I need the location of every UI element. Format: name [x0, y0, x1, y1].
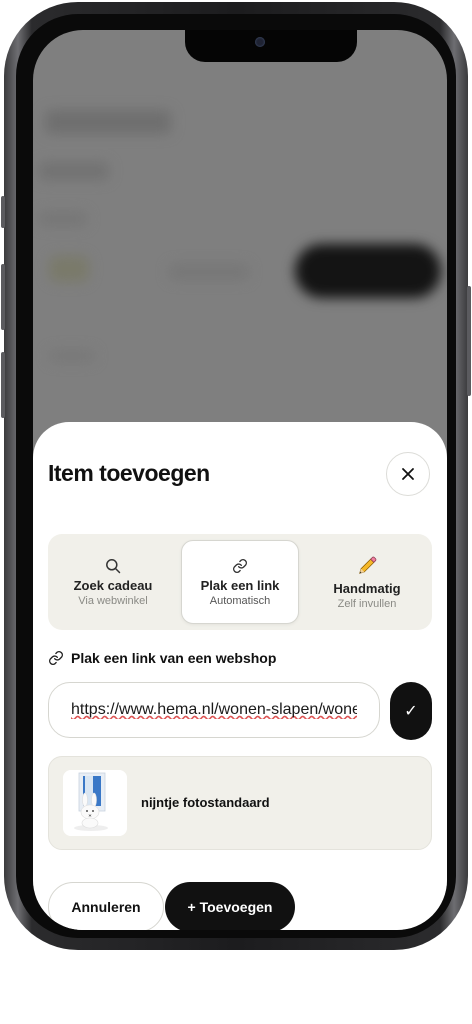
link-section-text: Plak een link van een webshop — [71, 650, 277, 666]
add-button[interactable]: + Toevoegen — [165, 882, 295, 930]
search-icon — [106, 558, 121, 573]
close-icon — [402, 468, 414, 480]
link-section-label: Plak een link van een webshop — [48, 650, 276, 666]
tab-label: Handmatig — [333, 580, 401, 596]
tab-label: Plak een link — [200, 577, 280, 593]
camera-icon — [255, 37, 265, 47]
sheet-title: Item toevoegen — [48, 460, 210, 486]
confirm-link-button[interactable]: ✓ — [390, 682, 432, 740]
add-item-sheet: Item toevoegen Zoek cadeau Via webwinkel — [33, 422, 447, 930]
cancel-button[interactable]: Annuleren — [48, 882, 164, 930]
close-button[interactable] — [386, 452, 430, 496]
tab-search-gift[interactable]: Zoek cadeau Via webwinkel — [54, 540, 172, 624]
volume-down-button — [1, 352, 5, 418]
product-preview[interactable]: nijntje fotostandaard — [48, 756, 432, 850]
tab-sublabel: Automatisch — [209, 594, 271, 607]
side-button — [1, 196, 5, 228]
pencil-icon — [359, 556, 377, 574]
link-icon — [49, 651, 63, 665]
tab-sublabel: Via webwinkel — [78, 594, 148, 607]
background-content — [33, 30, 447, 430]
mode-tabs: Zoek cadeau Via webwinkel Plak een link … — [48, 534, 432, 630]
tab-sublabel: Zelf invullen — [337, 597, 397, 610]
volume-up-button — [1, 264, 5, 330]
tab-paste-link[interactable]: Plak een link Automatisch — [181, 540, 299, 624]
url-input[interactable] — [48, 682, 380, 738]
product-name: nijntje fotostandaard — [141, 795, 270, 810]
tab-manual[interactable]: Handmatig Zelf invullen — [308, 540, 426, 624]
product-thumbnail — [63, 770, 127, 836]
tab-label: Zoek cadeau — [73, 577, 153, 593]
link-icon — [233, 558, 247, 573]
power-button — [467, 286, 471, 396]
product-image — [63, 770, 127, 836]
notch — [185, 30, 357, 62]
screen: Item toevoegen Zoek cadeau Via webwinkel — [33, 30, 447, 930]
phone-frame: Item toevoegen Zoek cadeau Via webwinkel — [1, 2, 471, 950]
